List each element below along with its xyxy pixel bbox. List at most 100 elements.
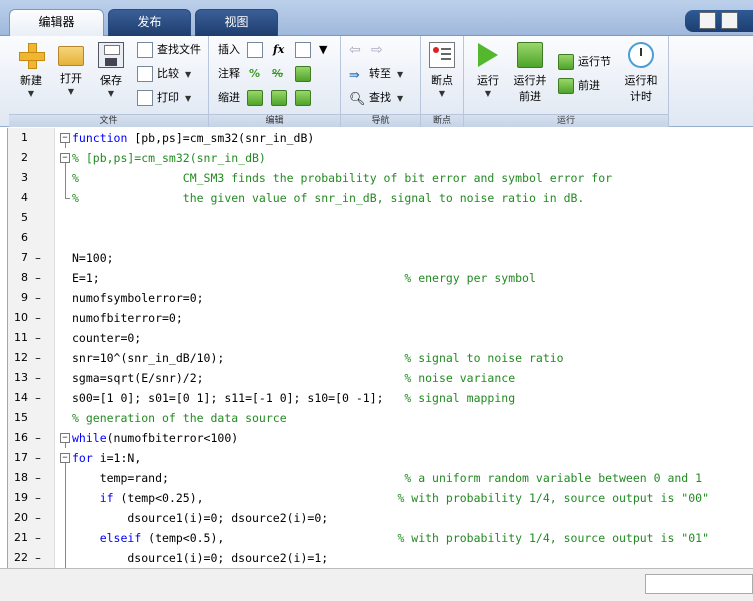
clock-icon — [628, 42, 654, 68]
code-line[interactable]: 3 % CM_SM3 finds the probability of bit e… — [8, 168, 753, 188]
comment-remove-icon[interactable]: % — [272, 64, 283, 84]
code-line[interactable]: 8– E=1; % energy per symbol — [8, 268, 753, 288]
code-line[interactable]: 6 — [8, 228, 753, 248]
print-button[interactable]: 打印 ▼ — [137, 88, 191, 108]
advance-button[interactable]: 前进 — [558, 76, 600, 96]
executable-line-marker[interactable]: – — [34, 248, 42, 268]
code-line[interactable]: 19– if (temp<0.25), % with probability 1… — [8, 488, 753, 508]
goto-arrow-icon: ⇛ — [349, 68, 360, 83]
code-line[interactable]: 18– temp=rand; % a uniform random variab… — [8, 468, 753, 488]
executable-line-marker[interactable]: – — [34, 288, 42, 308]
code-line[interactable]: 20– dsource1(i)=0; dsource2(i)=0; — [8, 508, 753, 528]
printer-icon — [137, 90, 153, 106]
run-and-advance-button[interactable]: 运行并 前进 — [510, 42, 550, 104]
executable-line-marker[interactable]: – — [34, 308, 42, 328]
tab-publish[interactable]: 发布 — [108, 9, 191, 36]
back-arrow-icon[interactable]: ⇦ — [349, 40, 361, 60]
code-line[interactable]: 1 − function [pb,ps]=cm_sm32(snr_in_dB) — [8, 128, 753, 148]
open-button[interactable]: 打开 ▼ — [51, 42, 91, 96]
code-line[interactable]: 10– numofbiterror=0; — [8, 308, 753, 328]
ribbon-tab-bar: 编辑器 发布 视图 — [0, 0, 753, 37]
executable-line-marker[interactable]: – — [34, 348, 42, 368]
code-token: numofbiterror=0; — [72, 311, 183, 325]
forward-arrow-icon[interactable]: ⇨ — [371, 40, 383, 60]
code-line[interactable]: 12– snr=10^(snr_in_dB/10); % signal to no… — [8, 348, 753, 368]
code-token: counter=0; — [72, 331, 142, 345]
executable-line-marker[interactable]: – — [34, 328, 42, 348]
executable-line-marker[interactable]: – — [34, 448, 42, 468]
executable-line-marker[interactable]: – — [34, 268, 42, 288]
executable-line-marker[interactable]: – — [34, 468, 42, 488]
increase-indent-button[interactable] — [271, 88, 291, 108]
code-line[interactable]: 17– − for i=1:N, — [8, 448, 753, 468]
compare-button[interactable]: 比较 ▼ — [137, 64, 191, 84]
insert-dropdown[interactable]: ▼ — [319, 40, 327, 60]
chevron-down-icon: ▼ — [107, 89, 115, 98]
code-line[interactable]: 22– dsource1(i)=0; dsource2(i)=1; — [8, 548, 753, 568]
executable-line-marker[interactable]: – — [34, 428, 42, 448]
code-line[interactable]: 21– elseif (temp<0.5), % with probabilit… — [8, 528, 753, 548]
executable-line-marker[interactable]: – — [34, 548, 42, 568]
code-fold-toggle-icon[interactable]: − — [60, 153, 70, 163]
breakpoints-button[interactable]: 断点 ▼ — [422, 42, 462, 98]
find-files-button[interactable]: 查找文件 — [137, 40, 201, 60]
code-token: (numofbiterror<100) — [106, 431, 239, 445]
code-line[interactable]: 9– numofsymbolerror=0; — [8, 288, 753, 308]
save-icon[interactable] — [721, 12, 738, 29]
code-line[interactable]: 14– s00=[1 0]; s01=[0 1]; s11=[-1 0]; s10… — [8, 388, 753, 408]
smart-indent-button[interactable] — [247, 88, 267, 108]
wrap-comments-button[interactable] — [295, 64, 315, 84]
new-button[interactable]: 新建 ▼ — [11, 42, 51, 98]
find-button[interactable]: 🔍︎ 查找 ▼ — [349, 88, 403, 108]
code-text: sgma=sqrt(E/snr)/2; % noise variance — [72, 368, 515, 388]
tab-view[interactable]: 视图 — [195, 9, 278, 36]
goto-button[interactable]: ⇛ 转至 ▼ — [349, 64, 403, 84]
code-text: s00=[1 0]; s01=[0 1]; s11=[-1 0]; s10=[0… — [72, 388, 515, 408]
edit-group: 插入 fx ▼ 注释 % % 缩进 编辑 — [209, 36, 341, 127]
indent-button[interactable]: 缩进 — [218, 88, 240, 108]
code-line[interactable]: 16– − while(numofbiterror<100) — [8, 428, 753, 448]
quick-access-toolbar — [685, 10, 753, 32]
code-line[interactable]: 5 — [8, 208, 753, 228]
executable-line-marker[interactable]: – — [34, 488, 42, 508]
insert-button[interactable]: 插入 — [218, 40, 240, 60]
insert-function-button[interactable]: fx — [273, 40, 284, 60]
code-text: % the given value of snr_in_dB, signal t… — [72, 188, 584, 208]
code-line[interactable]: 4 % the given value of snr_in_dB, signal … — [8, 188, 753, 208]
insert-function-template-button[interactable] — [295, 40, 315, 60]
code-text: numofbiterror=0; — [72, 308, 183, 328]
code-fold-toggle-icon[interactable]: − — [60, 133, 70, 143]
code-fold-toggle-icon[interactable]: − — [60, 453, 70, 463]
executable-line-marker[interactable]: – — [34, 528, 42, 548]
window-icon[interactable] — [699, 12, 716, 29]
decrease-indent-button[interactable] — [295, 88, 315, 108]
chevron-down-icon: ▼ — [438, 89, 446, 98]
run-section-button[interactable]: 运行节 — [558, 52, 611, 72]
code-editor[interactable]: 1− function [pb,ps]=cm_sm32(snr_in_dB) 2−%… — [7, 128, 753, 568]
line-number: 12 — [14, 351, 28, 364]
status-bar — [0, 568, 753, 601]
code-line[interactable]: 13– sgma=sqrt(E/snr)/2; % noise variance — [8, 368, 753, 388]
executable-line-marker[interactable]: – — [34, 508, 42, 528]
comment: % generation of the data source — [72, 411, 287, 425]
code-line[interactable]: 2 −% [pb,ps]=cm_sm32(snr_in_dB) — [8, 148, 753, 168]
executable-line-marker[interactable]: – — [34, 368, 42, 388]
code-token: N=100; — [72, 251, 114, 265]
insert-section-button[interactable] — [247, 40, 267, 60]
run-button[interactable]: 运行 ▼ — [468, 42, 508, 98]
code-line[interactable]: 15 % generation of the data source — [8, 408, 753, 428]
tab-editor[interactable]: 编辑器 — [9, 9, 104, 37]
code-line[interactable]: 7– N=100; — [8, 248, 753, 268]
save-button[interactable]: 保存 ▼ — [91, 42, 131, 98]
comment-add-icon[interactable]: % — [249, 64, 260, 84]
breakpoints-group-label: 断点 — [421, 114, 463, 127]
comment: % with probability 1/4, source output is… — [397, 531, 709, 545]
chevron-down-icon: ▼ — [185, 70, 192, 79]
executable-line-marker[interactable]: – — [34, 388, 42, 408]
run-and-time-button[interactable]: 运行和 计时 — [620, 42, 662, 104]
comment-button[interactable]: 注释 — [218, 64, 240, 84]
code-text: dsource1(i)=0; dsource2(i)=0; — [72, 508, 328, 528]
code-line[interactable]: 11– counter=0; — [8, 328, 753, 348]
code-fold-toggle-icon[interactable]: − — [60, 433, 70, 443]
find-files-icon — [137, 42, 153, 58]
